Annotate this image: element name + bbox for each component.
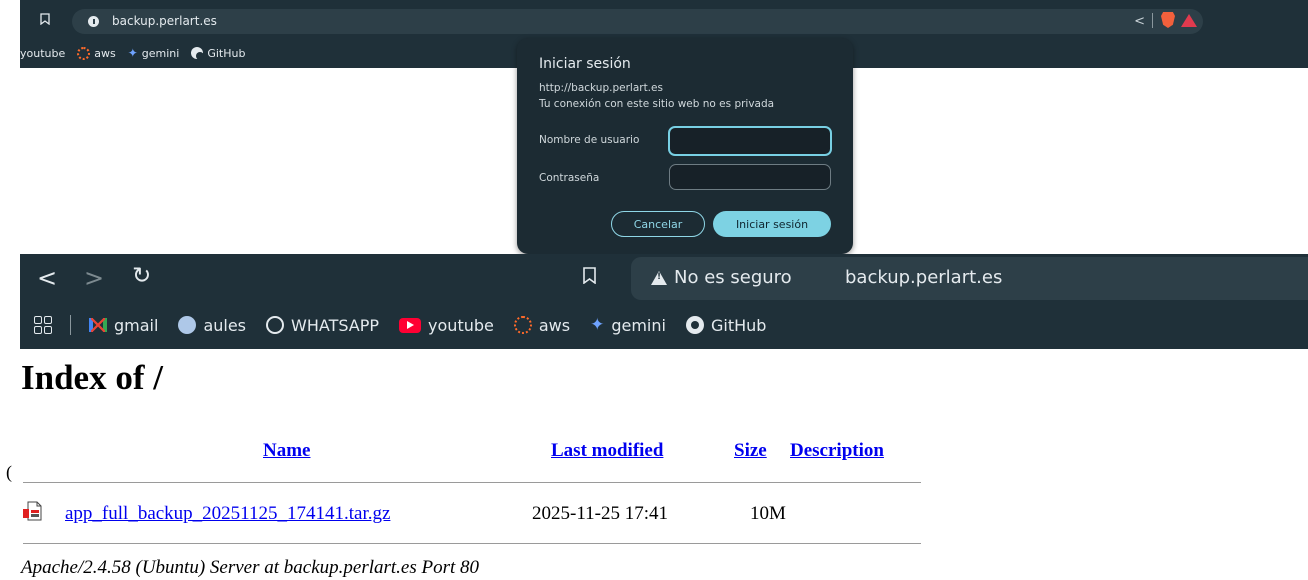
- apps-grid-icon[interactable]: [34, 316, 52, 334]
- youtube-icon: [399, 317, 422, 333]
- table-divider: [23, 482, 921, 483]
- dialog-privacy-note: Tu conexión con este sitio web no es pri…: [539, 98, 775, 110]
- username-field[interactable]: [668, 126, 832, 156]
- whatsapp-icon: [266, 316, 285, 334]
- bookmark-label: aws: [94, 46, 116, 60]
- github-icon: [191, 47, 205, 60]
- bookmark-label: WHATSAPP: [291, 315, 380, 335]
- dialog-url: http://backup.perlart.es: [539, 82, 663, 94]
- security-status[interactable]: No es seguro: [674, 267, 792, 288]
- top-bookmark-youtube[interactable]: youtube: [20, 47, 65, 60]
- bookmark-label: gmail: [114, 315, 159, 335]
- bookmark-icon[interactable]: [40, 13, 50, 25]
- column-header-size[interactable]: Size: [734, 440, 767, 462]
- password-label: Contraseña: [539, 172, 600, 184]
- brave-rewards-icon[interactable]: [1181, 14, 1197, 27]
- login-dialog: Iniciar sesión http://backup.perlart.es …: [517, 38, 853, 254]
- bookmark-label: GitHub: [710, 315, 767, 335]
- bookmark-label: youtube: [20, 46, 66, 60]
- bookmark-whatsapp[interactable]: WHATSAPP: [266, 316, 379, 335]
- server-signature: Apache/2.4.58 (Ubuntu) Server at backup.…: [21, 557, 480, 578]
- column-header-last-modified[interactable]: Last modified: [551, 440, 663, 462]
- top-url: backup.perlart.es: [112, 14, 217, 28]
- divider: [1152, 13, 1153, 28]
- table-divider: [23, 543, 921, 544]
- login-button[interactable]: Iniciar sesión: [713, 211, 831, 237]
- password-field[interactable]: [669, 164, 831, 190]
- top-bookmark-aws[interactable]: aws: [77, 46, 116, 60]
- browser-chrome: < > ↻ No es seguro backup.perlart.es gma…: [20, 254, 1308, 349]
- gmail-icon: [89, 318, 107, 332]
- bookmarks-bar: gmail aules WHATSAPP youtube aws ✦ gemin…: [20, 310, 786, 340]
- top-bookmark-github[interactable]: GitHub: [191, 47, 245, 60]
- column-header-name[interactable]: Name: [263, 440, 310, 462]
- top-address-bar[interactable]: backup.perlart.es <: [72, 9, 1203, 34]
- column-header-description[interactable]: Description: [790, 440, 884, 462]
- archive-file-icon: [23, 501, 42, 521]
- warning-icon[interactable]: [651, 271, 667, 285]
- top-bookmark-gemini[interactable]: ✦ gemini: [128, 46, 180, 60]
- bookmark-aules[interactable]: aules: [178, 316, 246, 335]
- aws-icon: [77, 46, 91, 60]
- address-url[interactable]: backup.perlart.es: [845, 267, 1002, 288]
- aules-icon: [178, 316, 197, 334]
- bookmark-label: aules: [203, 315, 247, 335]
- bookmark-label: gemini: [141, 46, 180, 60]
- share-icon[interactable]: <: [1134, 14, 1145, 29]
- cancel-button[interactable]: Cancelar: [611, 211, 705, 237]
- info-icon[interactable]: [88, 16, 99, 27]
- gemini-icon: ✦: [590, 315, 605, 335]
- page-title: Index of /: [21, 358, 163, 397]
- gemini-icon: ✦: [127, 46, 138, 60]
- file-last-modified: 2025-11-25 17:41: [532, 503, 668, 524]
- bookmark-label: gemini: [611, 315, 666, 335]
- top-bookmarks-bar: youtube aws ✦ gemini GitHub: [20, 44, 257, 62]
- reload-icon[interactable]: ↻: [132, 263, 151, 289]
- stray-text: (: [6, 462, 12, 482]
- bookmark-youtube[interactable]: youtube: [399, 316, 494, 335]
- dialog-title: Iniciar sesión: [539, 56, 631, 72]
- bookmark-aws[interactable]: aws: [513, 315, 571, 335]
- aws-icon: [513, 316, 532, 334]
- file-size: 10M: [750, 503, 786, 524]
- bookmark-icon[interactable]: [583, 267, 596, 284]
- github-icon: [685, 316, 704, 334]
- back-icon[interactable]: <: [37, 264, 57, 292]
- bookmark-label: aws: [538, 315, 571, 335]
- bookmark-gemini[interactable]: ✦ gemini: [590, 315, 666, 335]
- divider: [70, 315, 71, 335]
- file-link[interactable]: app_full_backup_20251125_174141.tar.gz: [65, 503, 390, 525]
- username-label: Nombre de usuario: [539, 134, 640, 146]
- brave-shield-icon[interactable]: [1161, 12, 1175, 28]
- bookmark-gmail[interactable]: gmail: [89, 316, 158, 335]
- address-bar[interactable]: No es seguro backup.perlart.es: [631, 257, 1308, 300]
- bookmark-github[interactable]: GitHub: [685, 315, 767, 335]
- forward-icon[interactable]: >: [84, 264, 104, 292]
- bookmark-label: GitHub: [207, 46, 246, 60]
- bookmark-label: youtube: [428, 315, 494, 335]
